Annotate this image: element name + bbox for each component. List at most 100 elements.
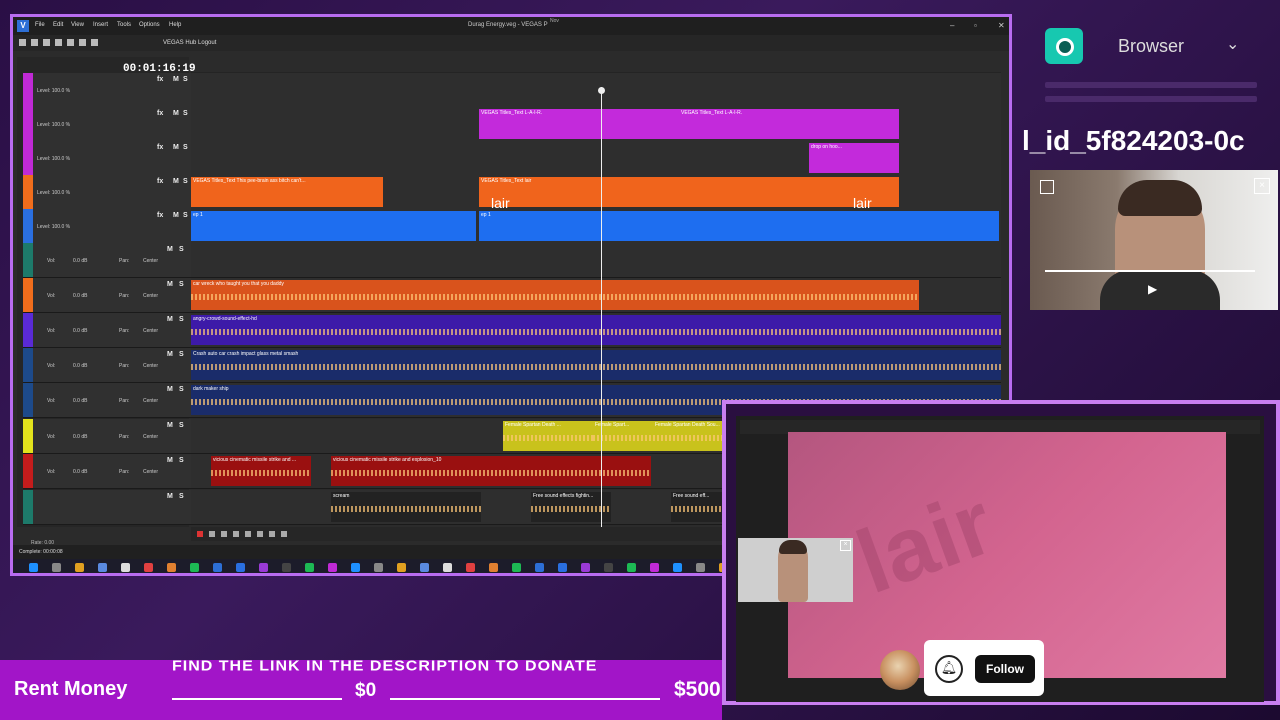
fx-button[interactable]: fx: [157, 178, 163, 185]
audio-clip[interactable]: Female Spartan Death ...: [503, 421, 593, 451]
vol-value[interactable]: 0.0 dB: [73, 398, 87, 404]
solo-button[interactable]: S: [183, 144, 188, 151]
taskbar-app-icon[interactable]: [29, 563, 38, 572]
solo-button[interactable]: S: [179, 351, 184, 358]
audio-clip[interactable]: Female Spart...: [593, 421, 653, 451]
video-clip[interactable]: drop on hoo...: [809, 143, 899, 173]
video-clip[interactable]: ep 1: [191, 211, 476, 241]
vol-value[interactable]: 0.0 dB: [73, 293, 87, 299]
track-lane[interactable]: car wreck who taught you that you daddy: [191, 278, 1001, 312]
solo-button[interactable]: S: [179, 246, 184, 253]
taskbar-app-icon[interactable]: [121, 563, 130, 572]
mute-button[interactable]: M: [167, 281, 173, 288]
video-clip[interactable]: VEGAS Titles_Text lair: [479, 177, 899, 207]
close-icon[interactable]: ×: [840, 540, 851, 551]
mute-button[interactable]: M: [167, 493, 173, 500]
solo-button[interactable]: S: [179, 316, 184, 323]
solo-button[interactable]: S: [179, 493, 184, 500]
taskbar-app-icon[interactable]: [75, 563, 84, 572]
taskbar-app-icon[interactable]: [558, 563, 567, 572]
taskbar-app-icon[interactable]: [443, 563, 452, 572]
taskbar-app-icon[interactable]: [696, 563, 705, 572]
audio-clip[interactable]: Female Spartan Death Sou...: [653, 421, 723, 451]
track-lane[interactable]: VEGAS Titles_Text This pee-brain ass bit…: [191, 175, 1001, 209]
solo-button[interactable]: S: [179, 422, 184, 429]
track-lane[interactable]: [191, 73, 1001, 107]
mute-button[interactable]: M: [173, 76, 179, 83]
pan-value[interactable]: Center: [143, 328, 158, 334]
pan-value[interactable]: Center: [143, 398, 158, 404]
audio-clip[interactable]: angry-crowd-sound-effect-hd: [191, 315, 1001, 345]
taskbar-app-icon[interactable]: [420, 563, 429, 572]
mute-button[interactable]: M: [167, 316, 173, 323]
taskbar-app-icon[interactable]: [374, 563, 383, 572]
solo-button[interactable]: S: [183, 76, 188, 83]
stop-icon[interactable]: [257, 531, 263, 537]
taskbar-app-icon[interactable]: [236, 563, 245, 572]
loop-icon[interactable]: [209, 531, 215, 537]
close-icon[interactable]: ×: [1254, 178, 1270, 194]
taskbar-app-icon[interactable]: [466, 563, 475, 572]
mute-button[interactable]: M: [173, 110, 179, 117]
audio-clip[interactable]: Free sound effects fightin...: [531, 492, 611, 522]
video-clip[interactable]: VEGAS Titles_Text This pee-brain ass bit…: [191, 177, 383, 207]
taskbar-app-icon[interactable]: [650, 563, 659, 572]
record-icon[interactable]: [197, 531, 203, 537]
track-lane[interactable]: Crash auto car crash impact glass metal …: [191, 348, 1001, 382]
solo-button[interactable]: S: [179, 457, 184, 464]
pan-value[interactable]: Center: [143, 258, 158, 264]
vol-value[interactable]: 0.0 dB: [73, 434, 87, 440]
video-clip[interactable]: VEGAS Titles_Text L-A-I-R.: [479, 109, 679, 139]
audio-clip[interactable]: car wreck who taught you that you daddy: [191, 280, 919, 310]
mute-button[interactable]: M: [173, 178, 179, 185]
track-lane[interactable]: drop on hoo...: [191, 141, 1001, 175]
pin-icon[interactable]: [1040, 180, 1054, 194]
taskbar-app-icon[interactable]: [282, 563, 291, 572]
chevron-down-icon[interactable]: ⌄: [1226, 34, 1239, 54]
prev-frame-icon[interactable]: [269, 531, 275, 537]
pan-value[interactable]: Center: [143, 434, 158, 440]
taskbar-app-icon[interactable]: [98, 563, 107, 572]
pan-value[interactable]: Center: [143, 293, 158, 299]
taskbar-app-icon[interactable]: [489, 563, 498, 572]
pan-value[interactable]: Center: [143, 363, 158, 369]
vol-value[interactable]: 0.0 dB: [73, 258, 87, 264]
vol-value[interactable]: 0.0 dB: [73, 363, 87, 369]
mute-button[interactable]: M: [167, 422, 173, 429]
audio-clip[interactable]: scream: [331, 492, 481, 522]
track-lane[interactable]: ep 1 ep 1: [191, 209, 1001, 243]
webcam-seek-bar[interactable]: [1045, 270, 1255, 272]
taskbar-app-icon[interactable]: [351, 563, 360, 572]
play-from-start-icon[interactable]: [221, 531, 227, 537]
mute-button[interactable]: M: [167, 351, 173, 358]
playhead-handle[interactable]: [598, 87, 605, 94]
taskbar-app-icon[interactable]: [259, 563, 268, 572]
taskbar-app-icon[interactable]: [673, 563, 682, 572]
taskbar-app-icon[interactable]: [167, 563, 176, 572]
taskbar-app-icon[interactable]: [512, 563, 521, 572]
mute-button[interactable]: M: [173, 144, 179, 151]
mute-button[interactable]: M: [167, 386, 173, 393]
follow-button[interactable]: Follow: [975, 655, 1035, 683]
mute-button[interactable]: M: [167, 246, 173, 253]
taskbar-app-icon[interactable]: [604, 563, 613, 572]
video-clip[interactable]: ep 1: [479, 211, 999, 241]
bell-icon[interactable]: 🔔︎: [935, 655, 963, 683]
taskbar-app-icon[interactable]: [52, 563, 61, 572]
pan-value[interactable]: Center: [143, 469, 158, 475]
track-lane[interactable]: [191, 243, 1001, 277]
solo-button[interactable]: S: [183, 110, 188, 117]
audio-clip[interactable]: vicious cinematic missile strike and ...: [211, 456, 311, 486]
video-clip[interactable]: VEGAS Titles_Text L-A-I-R.: [679, 109, 899, 139]
play-icon[interactable]: [233, 531, 239, 537]
vol-value[interactable]: 0.0 dB: [73, 328, 87, 334]
taskbar-app-icon[interactable]: [144, 563, 153, 572]
fx-button[interactable]: fx: [157, 212, 163, 219]
fx-button[interactable]: fx: [157, 76, 163, 83]
vol-value[interactable]: 0.0 dB: [73, 469, 87, 475]
audio-clip[interactable]: Crash auto car crash impact glass metal …: [191, 350, 1001, 380]
taskbar-app-icon[interactable]: [305, 563, 314, 572]
play-icon[interactable]: ▶: [1148, 282, 1157, 296]
track-lane[interactable]: angry-crowd-sound-effect-hd: [191, 313, 1001, 347]
audio-clip[interactable]: vicious cinematic missile strike and exp…: [331, 456, 651, 486]
